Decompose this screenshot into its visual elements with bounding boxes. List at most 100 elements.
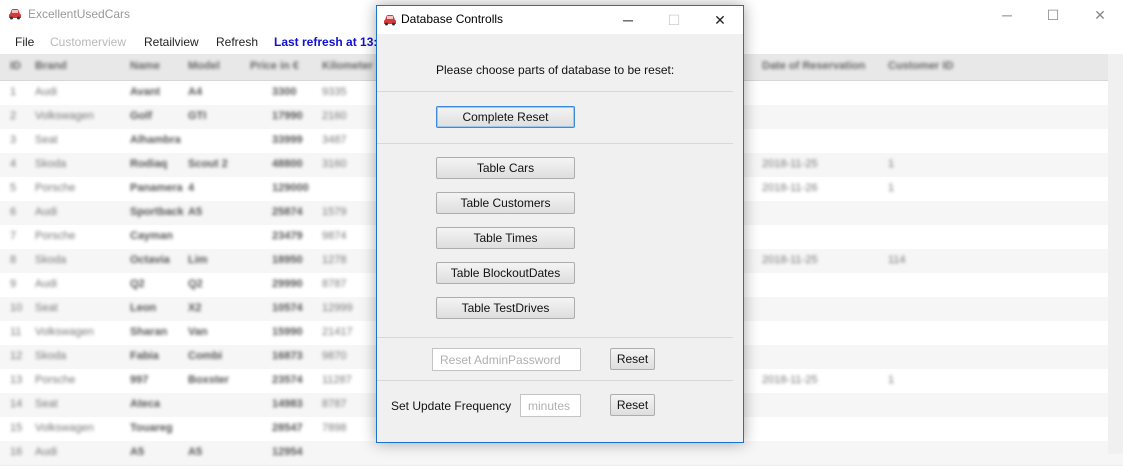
menu-file[interactable]: File xyxy=(15,35,34,49)
vertical-scrollbar[interactable] xyxy=(1108,54,1123,454)
table-cell: A5 xyxy=(188,446,203,458)
dialog-title-bar: Database Controlls ─ ☐ ✕ xyxy=(377,6,743,34)
car-icon xyxy=(384,15,396,26)
table-cell: 2018-11-26 xyxy=(762,182,818,194)
table-cell: 997 xyxy=(130,374,149,386)
table-cell: X2 xyxy=(188,302,202,314)
table-cell: Touareg xyxy=(130,422,173,434)
table-cell: 15 xyxy=(10,422,23,434)
table-cell: Seat xyxy=(35,398,58,410)
table-cell: 8 xyxy=(10,254,17,266)
table-cell: 11 xyxy=(10,326,22,338)
separator xyxy=(377,91,733,92)
table-cell: Alhambra xyxy=(130,134,181,146)
table-cell: GTI xyxy=(188,110,207,122)
table-cell: 9874 xyxy=(322,230,347,242)
complete-reset-button[interactable]: Complete Reset xyxy=(436,106,575,128)
column-header[interactable]: Brand xyxy=(35,60,67,72)
column-header[interactable]: Price in € xyxy=(250,60,299,72)
separator xyxy=(377,380,733,381)
table-times-button[interactable]: Table Times xyxy=(436,227,575,249)
table-cell: 4 xyxy=(188,182,195,194)
column-header[interactable]: ID xyxy=(10,60,21,72)
table-cell: A5 xyxy=(188,206,203,218)
table-cell: 15990 xyxy=(272,326,303,338)
table-cell: Skoda xyxy=(35,254,67,266)
dialog-minimize-button[interactable]: ─ xyxy=(605,6,651,34)
table-cell: 12954 xyxy=(272,446,303,458)
table-cell: Audi xyxy=(35,86,58,98)
table-cell: Fabia xyxy=(130,350,159,362)
table-cell: Porsche xyxy=(35,182,76,194)
table-cell: Skoda xyxy=(35,350,67,362)
table-cell: Octavia xyxy=(130,254,170,266)
table-cell: Sharan xyxy=(130,326,168,338)
table-cell: A5 xyxy=(130,446,145,458)
update-frequency-field[interactable] xyxy=(520,394,581,417)
table-cell: Rodiaq xyxy=(130,158,168,170)
table-cell: 12 xyxy=(10,350,23,362)
table-cell: 2018-11-25 xyxy=(762,254,818,266)
table-cell: Golf xyxy=(130,110,152,122)
table-cell: 9 xyxy=(10,278,17,290)
table-cell: 1 xyxy=(10,86,17,98)
table-cars-button[interactable]: Table Cars xyxy=(436,157,575,179)
table-cell: 16873 xyxy=(272,350,303,362)
table-cell: 13 xyxy=(10,374,23,386)
table-cell: 2018-11-25 xyxy=(762,374,818,386)
table-cell: 7898 xyxy=(322,422,347,434)
table-cell: A4 xyxy=(188,86,203,98)
separator xyxy=(377,337,733,338)
column-header[interactable]: Customer ID xyxy=(888,60,953,72)
table-cell: 48800 xyxy=(272,158,303,170)
menu-customerview[interactable]: Customerview xyxy=(50,35,126,49)
table-cell: 17990 xyxy=(272,110,303,122)
table-cell: 16 xyxy=(10,446,23,458)
table-cell: 29990 xyxy=(272,278,303,290)
table-cell: Leon xyxy=(130,302,157,314)
table-cell: 10 xyxy=(10,302,23,314)
table-cell: 1 xyxy=(888,182,895,194)
reset-frequency-button[interactable]: Reset xyxy=(610,394,655,416)
table-cell: Audi xyxy=(35,446,58,458)
table-cell: Audi xyxy=(35,206,58,218)
table-blockoutdates-button[interactable]: Table BlockoutDates xyxy=(436,262,575,284)
table-cell: Scout 2 xyxy=(188,158,228,170)
column-header[interactable]: Kilometer xyxy=(322,60,373,72)
table-cell: Volkswagen xyxy=(35,326,94,338)
table-cell: 11287 xyxy=(322,374,352,386)
table-cell: 9870 xyxy=(322,350,347,362)
table-cell: 14983 xyxy=(272,398,303,410)
minimize-button[interactable]: ─ xyxy=(984,0,1030,30)
column-header[interactable]: Name xyxy=(130,60,160,72)
table-cell: 1579 xyxy=(322,206,347,218)
table-cell: Q2 xyxy=(130,278,145,290)
menu-refresh[interactable]: Refresh xyxy=(216,35,258,49)
table-cell: 7 xyxy=(10,230,17,242)
close-button[interactable]: ✕ xyxy=(1077,0,1123,30)
dialog-close-button[interactable]: ✕ xyxy=(697,6,743,34)
table-cell: 14 xyxy=(10,398,23,410)
table-cell: 6 xyxy=(10,206,17,218)
table-cell: Skoda xyxy=(35,158,67,170)
maximize-button[interactable]: ☐ xyxy=(1030,0,1076,30)
column-header[interactable]: Model xyxy=(188,60,220,72)
admin-password-field[interactable] xyxy=(432,348,581,371)
table-customers-button[interactable]: Table Customers xyxy=(436,192,575,214)
table-cell: Audi xyxy=(35,278,58,290)
table-cell: Seat xyxy=(35,134,58,146)
menu-retailview[interactable]: Retailview xyxy=(144,35,199,49)
table-cell: 21417 xyxy=(322,326,353,338)
table-cell: Q2 xyxy=(188,278,203,290)
table-testdrives-button[interactable]: Table TestDrives xyxy=(436,297,575,319)
table-cell: Seat xyxy=(35,302,58,314)
table-cell: 8787 xyxy=(322,278,347,290)
column-header[interactable]: Date of Reservation xyxy=(762,60,865,72)
table-cell: 23574 xyxy=(272,374,303,386)
update-frequency-label: Set Update Frequency xyxy=(391,399,512,413)
table-cell: Panamera xyxy=(130,182,183,194)
table-cell: 3160 xyxy=(322,158,347,170)
reset-password-button[interactable]: Reset xyxy=(610,348,655,370)
table-cell: 25874 xyxy=(272,206,303,218)
table-cell: 8787 xyxy=(322,398,347,410)
